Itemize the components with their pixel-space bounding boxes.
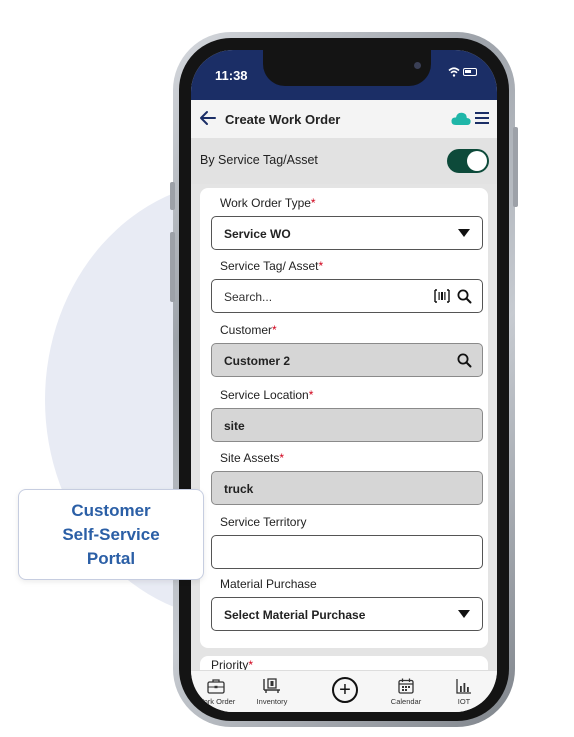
material-purchase-value: Select Material Purchase [224,608,366,622]
wifi-icon [448,67,460,77]
nav-inventory[interactable]: Inventory [247,677,297,706]
service-territory-field[interactable] [211,535,483,569]
service-location-field[interactable]: site [211,408,483,442]
service-tag-search-input[interactable]: Search... [211,279,483,313]
material-purchase-label-text: Material Purchase [220,577,317,591]
search-icon[interactable] [457,289,472,304]
battery-icon [463,68,477,76]
required-marker: * [308,388,314,402]
briefcase-icon [207,679,225,694]
add-circle-icon[interactable]: + [332,677,358,703]
phone-notch [263,50,431,86]
toggle-label: By Service Tag/Asset [200,153,318,167]
arrow-left-icon[interactable] [199,109,217,127]
site-assets-label: Site Assets* [220,451,284,465]
badge-line-1: Customer [71,501,151,520]
service-territory-label: Service Territory [220,515,306,529]
customer-field[interactable]: Customer 2 [211,343,483,377]
site-assets-value: truck [224,482,254,496]
nav-label: Inventory [256,697,288,706]
status-time: 11:38 [215,68,248,83]
toggle-row: By Service Tag/Asset [191,138,497,184]
phone-button-mute [170,182,175,210]
work-order-type-select[interactable]: Service WO [211,216,483,250]
nav-calendar[interactable]: Calendar [381,677,431,706]
customer-label: Customer* [220,323,277,337]
status-bar: 11:38 [191,50,497,100]
phone-button-volume [170,232,175,302]
barcode-scan-icon[interactable] [434,289,450,303]
phone-screen: 11:38 Create Work Order By Service Tag/A… [191,50,497,712]
service-tag-label-text: Service Tag/ Asset [220,259,319,273]
page-title: Create Work Order [225,112,341,127]
material-purchase-label: Material Purchase [220,577,317,591]
required-marker: * [272,323,277,337]
nav-iot[interactable]: IOT [439,677,489,706]
bar-chart-icon [456,679,471,694]
phone-button-power [513,127,518,207]
badge-line-3: Portal [86,549,136,568]
caret-down-icon [458,610,470,618]
service-tag-label: Service Tag/ Asset* [220,259,323,273]
site-assets-field[interactable]: truck [211,471,483,505]
required-marker: * [279,451,285,465]
caret-down-icon [458,229,470,237]
work-order-type-value: Service WO [224,227,291,241]
service-territory-label-text: Service Territory [220,515,307,529]
hamburger-menu-icon[interactable] [475,112,489,124]
status-icons [448,67,477,77]
service-tag-toggle[interactable] [447,149,489,173]
work-order-type-label: Work Order Type* [220,196,316,210]
nav-work-order[interactable]: Work Order [191,677,241,706]
nav-label: IOT [457,697,471,706]
service-tag-placeholder: Search... [224,290,273,304]
work-order-type-label-text: Work Order Type [220,196,311,210]
calendar-icon [398,678,414,694]
search-icon[interactable] [457,353,472,368]
toggle-knob [467,151,487,171]
service-location-value: site [224,419,245,433]
site-assets-label-text: Site Assets [220,451,280,465]
customer-portal-badge: Customer Self-Service Portal [18,489,204,580]
material-purchase-select[interactable]: Select Material Purchase [211,597,483,631]
nav-label: Work Order [196,697,236,706]
customer-label-text: Customer [220,323,273,337]
app-bar: Create Work Order [191,100,497,138]
service-location-label-text: Service Location [220,388,309,402]
bottom-nav: Work Order Inventory + Calendar IOT [191,670,497,712]
form-card: Work Order Type* Service WO Service Tag/… [200,188,488,648]
required-marker: * [318,259,324,273]
cloud-icon[interactable] [451,112,471,125]
boxes-icon [263,678,280,693]
required-marker: * [310,196,316,210]
camera-icon [414,62,421,69]
nav-label: Calendar [390,697,422,706]
customer-value: Customer 2 [224,354,291,368]
service-location-label: Service Location* [220,388,313,402]
badge-line-2: Self-Service [62,525,160,544]
phone-frame: 11:38 Create Work Order By Service Tag/A… [170,32,518,727]
